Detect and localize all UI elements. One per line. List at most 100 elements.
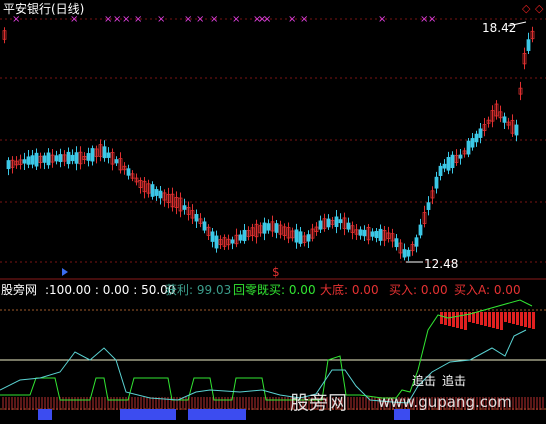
candle-body xyxy=(26,156,31,165)
candle-body xyxy=(362,229,367,237)
candle-body xyxy=(406,249,411,257)
candle-body xyxy=(58,154,63,163)
candle-body xyxy=(474,133,479,143)
candle-body xyxy=(54,155,59,162)
ind-red-bar xyxy=(480,312,483,325)
candle-body xyxy=(114,159,119,164)
candle-body xyxy=(370,231,375,237)
candle-body xyxy=(334,216,339,228)
indicator-params: :100.00 : 0.00 : 50.00 xyxy=(45,283,176,297)
ind-block xyxy=(120,409,176,420)
marker-x: × xyxy=(378,14,386,25)
candle-body xyxy=(126,168,131,176)
candle-body xyxy=(102,146,107,159)
ind-red-bar xyxy=(528,312,531,328)
candle-body xyxy=(442,163,447,169)
ind-red-bar xyxy=(440,312,443,324)
ind-red-bar xyxy=(500,312,503,330)
candle-body xyxy=(34,152,39,167)
chart-title: 平安银行(日线) xyxy=(3,2,85,16)
marker-x: × xyxy=(104,14,112,25)
candle-body xyxy=(426,202,431,210)
candle-body xyxy=(378,228,383,241)
ind-red-bar xyxy=(508,312,511,323)
candle-body xyxy=(182,205,187,210)
candle-body xyxy=(262,222,267,234)
indicator-bottom: 大底: 0.00 xyxy=(320,283,379,297)
candle-body xyxy=(210,231,215,242)
ind-block xyxy=(38,409,52,420)
watermark-url: www.gupang.com xyxy=(378,393,512,411)
candle-body xyxy=(242,229,247,242)
candle-body xyxy=(66,151,71,165)
candle-body xyxy=(318,220,323,230)
candle-body xyxy=(526,39,531,51)
indicator-buy-a: 买入A: 0.00 xyxy=(454,283,521,297)
ind-red-bar xyxy=(456,312,459,328)
marker-x: × xyxy=(263,14,271,25)
signal-label: 追击 xyxy=(442,374,467,388)
candle-body xyxy=(358,229,363,236)
candle-body xyxy=(30,155,35,165)
ind-red-bar xyxy=(532,312,535,329)
candle-body xyxy=(158,190,163,199)
candle-body xyxy=(502,116,507,123)
diamond-icon: ◇ xyxy=(522,2,531,15)
candle-body xyxy=(470,138,475,148)
marker-x: × xyxy=(288,14,296,25)
candle-body xyxy=(478,128,483,138)
candle-body xyxy=(414,237,419,247)
low-price-label: 12.48 xyxy=(424,257,459,271)
ind-red-bar xyxy=(524,312,527,327)
candle-body xyxy=(150,184,155,197)
indicator-zero-buy: 回零既买: 0.00 xyxy=(233,283,316,297)
ind-red-bar xyxy=(520,312,523,326)
marker-x: × xyxy=(196,14,204,25)
candle-body xyxy=(458,154,463,159)
candle-body xyxy=(106,152,111,158)
indicator-buy: 买入: 0.00 xyxy=(389,283,448,297)
candle-body xyxy=(446,157,451,171)
marker-x: × xyxy=(428,14,436,25)
candle-body xyxy=(6,160,11,170)
candle-body xyxy=(22,159,27,164)
candle-body xyxy=(338,219,343,224)
marker-x: × xyxy=(232,14,240,25)
marker-x: × xyxy=(300,14,308,25)
candle-body xyxy=(326,218,331,228)
candle-body xyxy=(394,238,399,248)
candle-body xyxy=(346,222,351,230)
candle-body xyxy=(90,148,95,162)
candle-body xyxy=(402,249,407,258)
candles xyxy=(2,21,535,276)
candle-body xyxy=(274,223,279,233)
marker-x: × xyxy=(113,14,121,25)
ind-red-bar xyxy=(488,312,491,327)
signal-label: 追击 xyxy=(412,374,437,388)
candle-body xyxy=(214,235,219,249)
candle-body xyxy=(438,165,443,176)
candle-body xyxy=(86,153,91,161)
candle-body xyxy=(466,140,471,155)
candle-body xyxy=(294,229,299,243)
candle-body xyxy=(514,124,519,136)
indicator-name: 股旁网 xyxy=(1,283,38,297)
ind-red-bar xyxy=(484,312,487,326)
marker-x: × xyxy=(134,14,142,25)
diamond-icon: ◇ xyxy=(535,2,544,15)
candle-body xyxy=(74,152,79,164)
marker-x: × xyxy=(184,14,192,25)
candle-body xyxy=(450,154,455,169)
marker-x: × xyxy=(122,14,130,25)
marker-x: × xyxy=(210,14,218,25)
candle-body xyxy=(418,224,423,236)
candle-body xyxy=(70,154,75,162)
candle-body xyxy=(374,230,379,239)
candle-body xyxy=(46,152,51,166)
candle-body xyxy=(238,234,243,241)
marker-x: × xyxy=(157,14,165,25)
ind-red-bar xyxy=(460,312,463,329)
candle-body xyxy=(434,176,439,189)
ind-red-bar xyxy=(496,312,499,329)
chart-canvas[interactable]: × × × × × × × × × × × ××× × × × × × xyxy=(0,0,546,424)
